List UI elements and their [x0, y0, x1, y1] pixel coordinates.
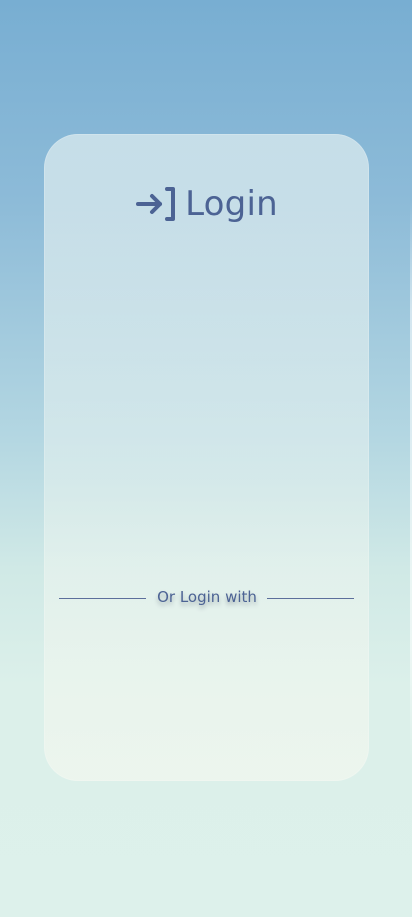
login-arrow-bracket-icon [136, 187, 176, 221]
divider-line-left [59, 598, 146, 599]
or-login-with-label: Or Login with [157, 588, 257, 606]
login-title: Login [44, 182, 369, 226]
login-card: Login Or Login with [44, 134, 369, 781]
login-divider: Or Login with [59, 586, 354, 610]
divider-line-right [267, 598, 354, 599]
login-title-text: Login [185, 184, 278, 224]
